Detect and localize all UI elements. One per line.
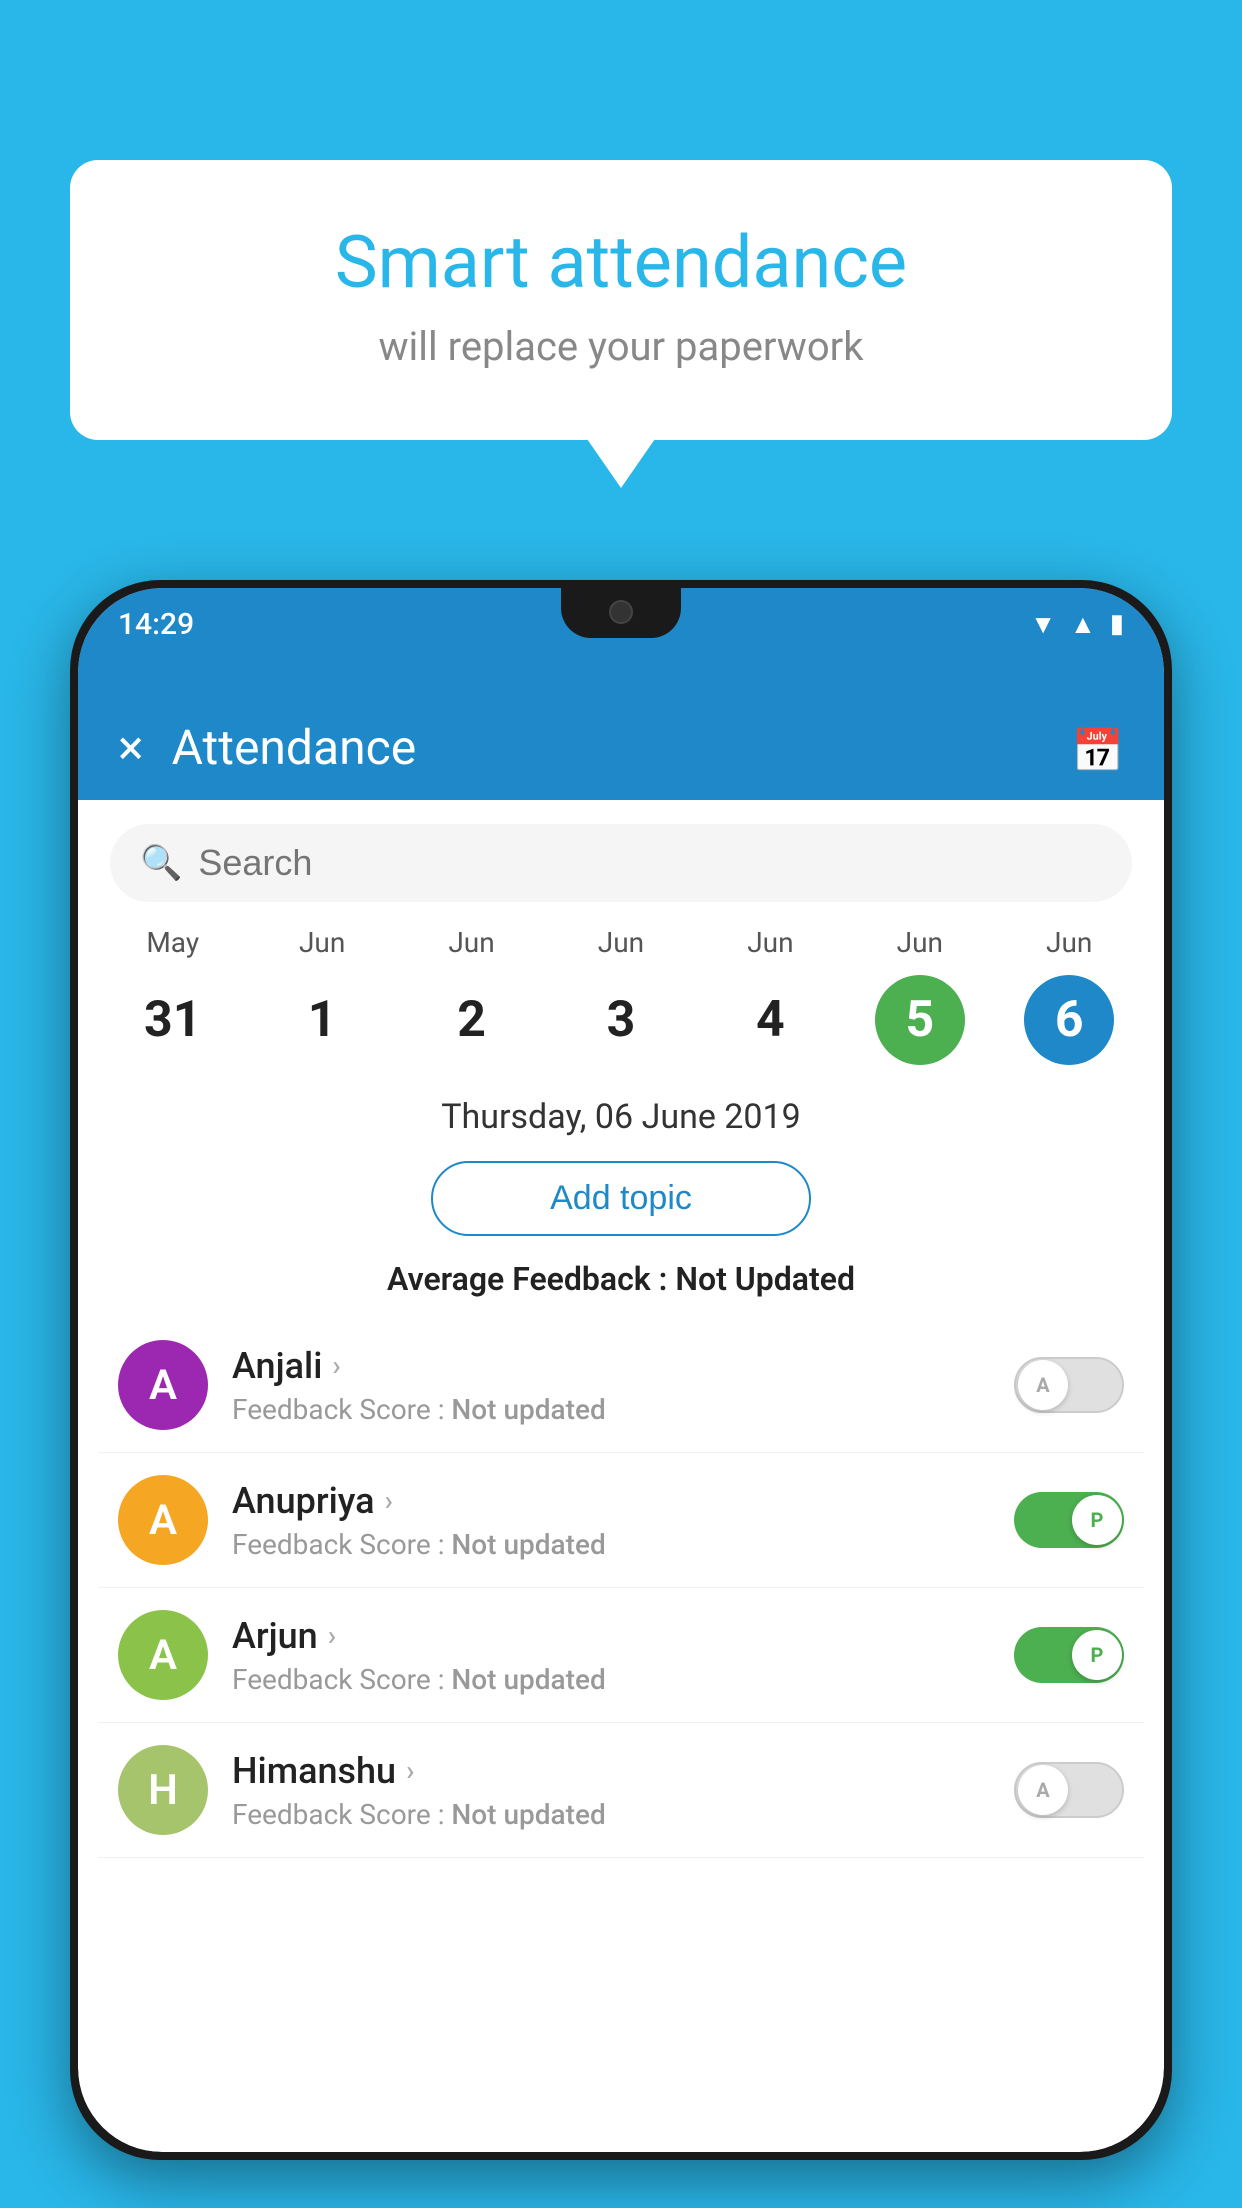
student-name: Anjali › (232, 1345, 990, 1387)
student-item[interactable]: A Anupriya › Feedback Score : Not updated P (98, 1453, 1144, 1588)
app-screen: 14:29 ▼ ▲ ▮ × Attendance 📅 🔍 (78, 588, 1164, 2152)
toggle-knob: P (1072, 1495, 1122, 1545)
wifi-icon: ▼ (1030, 609, 1056, 640)
date-month: Jun (897, 926, 943, 959)
feedback-score: Feedback Score : Not updated (232, 1528, 990, 1561)
student-name: Anupriya › (232, 1480, 990, 1522)
avatar: A (118, 1475, 208, 1565)
avg-feedback-label: Average Feedback : (387, 1260, 675, 1298)
avatar: A (118, 1610, 208, 1700)
search-bar: 🔍 (110, 824, 1132, 902)
toggle-knob: P (1072, 1630, 1122, 1680)
date-strip: May 31 Jun 1 Jun 2 Jun 3 Jun 4 Jun 5 Jun 6 (78, 926, 1164, 1065)
date-number: 31 (128, 975, 218, 1065)
avatar: H (118, 1745, 208, 1835)
avg-feedback-value: Not Updated (675, 1260, 855, 1298)
student-list: AAnjali ›Feedback Score : Not updatedAAA… (78, 1318, 1164, 1858)
date-month: Jun (448, 926, 494, 959)
date-number: 4 (725, 975, 815, 1065)
date-item[interactable]: Jun 2 (412, 926, 532, 1065)
date-number: 1 (277, 975, 367, 1065)
speech-bubble-container: Smart attendance will replace your paper… (70, 160, 1172, 440)
search-icon: 🔍 (140, 843, 182, 883)
chevron-right-icon: › (328, 1619, 336, 1652)
chevron-right-icon: › (385, 1484, 393, 1517)
chevron-right-icon: › (332, 1349, 340, 1382)
phone-inner: 14:29 ▼ ▲ ▮ × Attendance 📅 🔍 (78, 588, 1164, 2152)
date-item[interactable]: Jun 1 (262, 926, 382, 1065)
chevron-right-icon: › (406, 1754, 414, 1787)
add-topic-button[interactable]: Add topic (431, 1161, 811, 1236)
date-number: 5 (875, 975, 965, 1065)
date-item[interactable]: Jun 3 (561, 926, 681, 1065)
signal-icon: ▲ (1070, 609, 1096, 640)
date-month: Jun (1046, 926, 1092, 959)
feedback-score: Feedback Score : Not updated (232, 1798, 990, 1831)
student-info: Himanshu › Feedback Score : Not updated (232, 1750, 990, 1831)
student-name: Arjun › (232, 1615, 990, 1657)
date-month: Jun (299, 926, 345, 959)
phone-frame: 14:29 ▼ ▲ ▮ × Attendance 📅 🔍 (70, 580, 1172, 2160)
status-icons: ▼ ▲ ▮ (1030, 609, 1124, 640)
student-name: Himanshu › (232, 1750, 990, 1792)
speech-bubble-subtitle: will replace your paperwork (150, 323, 1092, 370)
app-bar: × Attendance 📅 (78, 660, 1164, 800)
toggle-knob: A (1018, 1765, 1068, 1815)
selected-date: Thursday, 06 June 2019 (78, 1097, 1164, 1137)
date-number: 2 (427, 975, 517, 1065)
student-item[interactable]: A Anjali › Feedback Score : Not updated A (98, 1318, 1144, 1453)
date-number: 6 (1024, 975, 1114, 1065)
calendar-icon[interactable]: 📅 (1072, 727, 1124, 776)
battery-icon: ▮ (1110, 609, 1124, 639)
app-bar-left: × Attendance (118, 719, 416, 776)
toggle-knob: A (1018, 1360, 1068, 1410)
student-info: Anupriya › Feedback Score : Not updated (232, 1480, 990, 1561)
date-item[interactable]: Jun 4 (710, 926, 830, 1065)
speech-bubble-title: Smart attendance (150, 220, 1092, 305)
date-item[interactable]: Jun 5 (860, 926, 980, 1065)
attendance-toggle[interactable]: A (1014, 1762, 1124, 1818)
notch (561, 588, 681, 638)
feedback-score: Feedback Score : Not updated (232, 1663, 990, 1696)
date-month: May (146, 926, 199, 959)
attendance-toggle[interactable]: A (1014, 1357, 1124, 1413)
attendance-toggle[interactable]: P (1014, 1492, 1124, 1548)
student-info: Anjali › Feedback Score : Not updated (232, 1345, 990, 1426)
app-bar-title: Attendance (172, 719, 417, 776)
status-time: 14:29 (118, 607, 194, 642)
close-button[interactable]: × (118, 719, 144, 776)
date-item[interactable]: Jun 6 (1009, 926, 1129, 1065)
front-camera (609, 600, 633, 624)
date-number: 3 (576, 975, 666, 1065)
avg-feedback: Average Feedback : Not Updated (78, 1260, 1164, 1298)
date-month: Jun (747, 926, 793, 959)
search-input[interactable] (198, 842, 1102, 884)
student-item[interactable]: A Arjun › Feedback Score : Not updated P (98, 1588, 1144, 1723)
avatar: A (118, 1340, 208, 1430)
speech-bubble: Smart attendance will replace your paper… (70, 160, 1172, 440)
date-month: Jun (598, 926, 644, 959)
student-item[interactable]: H Himanshu › Feedback Score : Not updated A (98, 1723, 1144, 1858)
student-info: Arjun › Feedback Score : Not updated (232, 1615, 990, 1696)
date-item[interactable]: May 31 (113, 926, 233, 1065)
attendance-toggle[interactable]: P (1014, 1627, 1124, 1683)
feedback-score: Feedback Score : Not updated (232, 1393, 990, 1426)
